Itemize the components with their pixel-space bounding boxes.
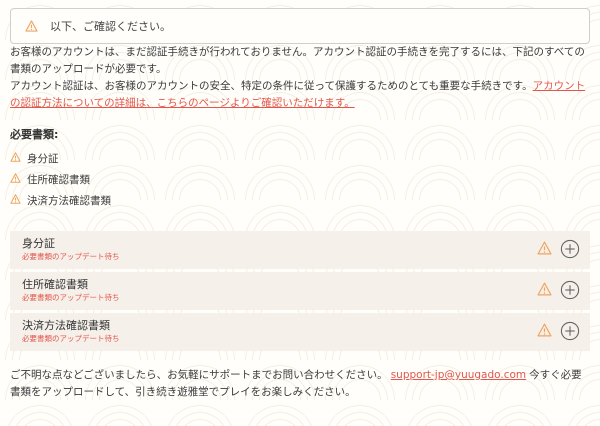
document-upload-list: 身分証 必要書類のアップデート待ち 住所確認書類 必要書類のアップデート待ち 決… [10,231,590,351]
notice-alert: 以下、ご確認ください。 [10,8,590,44]
warning-icon [537,322,552,341]
support-text: ご不明な点などございましたら、お気軽にサポートまでお問い合わせください。 [10,369,388,381]
required-item-payment: 決済方法確認書類 [10,190,590,211]
add-document-button[interactable] [560,239,580,259]
document-row-payment: 決済方法確認書類 必要書類のアップデート待ち [10,313,590,351]
verification-page: 以下、ご確認ください。 お客様のアカウントは、まだ認証手続きが行われておりません… [10,8,590,401]
warning-icon [537,240,552,259]
alert-message: 以下、ご確認ください。 [50,20,171,33]
required-documents-list: 身分証 住所確認書類 決済方法確認書類 [10,148,590,211]
warning-icon [10,194,21,207]
required-item-address: 住所確認書類 [10,169,590,190]
required-item-id: 身分証 [10,148,590,169]
required-item-label: 身分証 [27,153,59,165]
document-title: 住所確認書類 [22,278,88,291]
document-row-address: 住所確認書類 必要書類のアップデート待ち [10,272,590,310]
warning-icon [10,173,21,186]
required-item-label: 住所確認書類 [27,174,90,186]
document-actions [537,239,580,259]
warning-icon [537,281,552,300]
intro-paragraph: お客様のアカウントは、まだ認証手続きが行われておりません。アカウント認証の手続き… [10,46,585,75]
required-item-label: 決済方法確認書類 [27,195,111,207]
document-title: 身分証 [22,237,55,250]
security-paragraph: アカウント認証は、お客様のアカウントの安全、特定の条件に従って保護するためのとて… [10,78,590,112]
document-status: 必要書類のアップデート待ち [22,252,120,261]
document-row-id: 身分証 必要書類のアップデート待ち [10,231,590,269]
warning-icon [25,17,38,36]
document-status: 必要書類のアップデート待ち [22,293,120,302]
document-status: 必要書類のアップデート待ち [22,334,120,343]
add-document-button[interactable] [560,321,580,341]
warning-icon [10,152,21,165]
document-actions [537,321,580,341]
add-document-button[interactable] [560,280,580,300]
support-paragraph: ご不明な点などございましたら、お気軽にサポートまでお問い合わせください。 supp… [10,367,590,401]
support-email-link[interactable]: support-jp@yuugado.com [391,369,526,381]
security-paragraph-text: アカウント認証は、お客様のアカウントの安全、特定の条件に従って保護するためのとて… [10,80,533,92]
document-actions [537,280,580,300]
required-documents-heading: 必要書類: [10,128,59,141]
document-title: 決済方法確認書類 [22,319,110,332]
